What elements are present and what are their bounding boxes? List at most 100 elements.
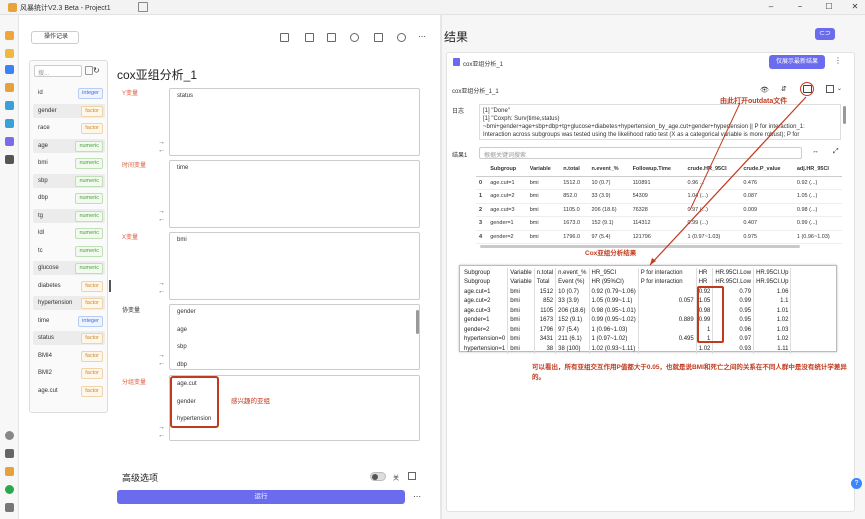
column-header[interactable]: Variable bbox=[526, 163, 561, 177]
covariate-dropzone[interactable] bbox=[169, 304, 420, 370]
more-icon[interactable]: ⋮ bbox=[834, 56, 842, 65]
variable-item-bmi4[interactable]: BMI4 factor bbox=[33, 349, 105, 363]
run-more-icon[interactable]: ⋯ bbox=[413, 492, 421, 501]
dropzone-item[interactable]: dbp bbox=[177, 362, 187, 368]
database-icon[interactable] bbox=[397, 33, 406, 42]
y-variable-dropzone[interactable] bbox=[169, 88, 420, 156]
log-button[interactable]: 操作记录 bbox=[31, 31, 79, 44]
results-link-button[interactable]: ⊂⊃ bbox=[815, 28, 835, 40]
chevron-down-icon[interactable]: ⌄ bbox=[837, 85, 842, 92]
dropzone-item[interactable]: status bbox=[177, 93, 193, 99]
popout-icon[interactable] bbox=[408, 472, 416, 480]
covariate-scrollbar[interactable] bbox=[416, 310, 419, 334]
move-right-icon[interactable]: → bbox=[158, 424, 165, 431]
table-row[interactable]: 0 age.cut=1 bmi 1512.0 10 (0.7) 110891 0.96 ..… bbox=[476, 176, 842, 190]
move-right-icon[interactable]: → bbox=[158, 208, 165, 215]
table-icon[interactable] bbox=[5, 119, 14, 128]
variable-item-time[interactable]: time integer bbox=[33, 314, 105, 328]
dropzone-item[interactable]: bmi bbox=[177, 237, 187, 243]
variable-item-gender[interactable]: gender factor bbox=[33, 103, 105, 118]
variable-search-input[interactable]: 搜... bbox=[34, 65, 82, 77]
chart-icon[interactable] bbox=[5, 65, 14, 74]
column-header[interactable]: n.event_% bbox=[588, 163, 630, 177]
table-row[interactable]: 2 age.cut=3 bmi 1105.0 206 (18.6) 76328 0.97 (… bbox=[476, 203, 842, 217]
dropzone-item[interactable]: sbp bbox=[177, 344, 187, 350]
table-icon[interactable] bbox=[138, 2, 148, 12]
variable-item-bmi2[interactable]: BMI2 factor bbox=[33, 366, 105, 380]
column-header[interactable] bbox=[476, 163, 488, 177]
dropzone-item[interactable]: age bbox=[177, 327, 187, 333]
expand-columns-icon[interactable]: ↔ bbox=[812, 148, 819, 155]
column-header[interactable]: crude.P_value bbox=[740, 163, 794, 177]
time-variable-dropzone[interactable] bbox=[169, 160, 420, 228]
tips-icon[interactable] bbox=[5, 467, 14, 476]
log-scrollbar[interactable] bbox=[843, 106, 846, 124]
view-icon[interactable]: 👁 bbox=[760, 86, 769, 94]
home-icon[interactable] bbox=[5, 31, 14, 40]
save-icon[interactable] bbox=[327, 33, 336, 42]
refresh-icon[interactable]: ↻ bbox=[93, 66, 100, 75]
variable-item-tg[interactable]: tg numeric bbox=[33, 208, 105, 223]
show-latest-button[interactable]: 仅展示最新结果 bbox=[769, 55, 825, 69]
dropzone-item[interactable]: gender bbox=[177, 309, 196, 315]
variable-item-age[interactable]: age numeric bbox=[33, 138, 105, 153]
variable-item-ldl[interactable]: ldl numeric bbox=[33, 226, 105, 240]
column-header[interactable]: Followup.Time bbox=[629, 163, 685, 177]
fullscreen-icon[interactable]: ⤢ bbox=[833, 148, 839, 156]
variable-item-status[interactable]: status factor bbox=[33, 331, 105, 345]
variable-item-id[interactable]: id integer bbox=[33, 86, 105, 100]
variable-item-diabetes[interactable]: diabetes factor bbox=[33, 279, 105, 293]
more-icon[interactable]: ⋯ bbox=[418, 32, 426, 41]
theme-icon[interactable] bbox=[5, 449, 14, 458]
user-icon[interactable] bbox=[5, 485, 14, 494]
image-icon[interactable] bbox=[826, 85, 834, 93]
restore-button[interactable]: − bbox=[793, 2, 807, 11]
move-left-icon[interactable]: ← bbox=[158, 288, 165, 295]
variable-item-dbp[interactable]: dbp numeric bbox=[33, 191, 105, 205]
copy-icon[interactable] bbox=[280, 33, 289, 42]
variable-item-hypertension[interactable]: hypertension factor bbox=[33, 296, 105, 310]
maximize-button[interactable]: ☐ bbox=[822, 2, 836, 11]
move-left-icon[interactable]: ← bbox=[158, 216, 165, 223]
move-right-icon[interactable]: → bbox=[158, 280, 165, 287]
table-horizontal-scrollbar[interactable] bbox=[480, 245, 800, 248]
export-icon[interactable] bbox=[305, 33, 314, 42]
x-variable-dropzone[interactable] bbox=[169, 232, 420, 300]
variable-item-age-cut[interactable]: age.cut factor bbox=[33, 384, 105, 398]
settings-icon[interactable] bbox=[374, 33, 383, 42]
move-left-icon[interactable]: ← bbox=[158, 360, 165, 367]
variable-item-glucose[interactable]: glucose numeric bbox=[33, 261, 105, 275]
close-button[interactable]: ✕ bbox=[848, 2, 862, 11]
move-left-icon[interactable]: ← bbox=[158, 432, 165, 439]
dropzone-item[interactable]: time bbox=[177, 165, 188, 171]
move-right-icon[interactable]: → bbox=[158, 352, 165, 359]
result-search-input[interactable]: 根据关键词搜索 bbox=[479, 147, 802, 159]
layers-icon[interactable] bbox=[350, 33, 359, 42]
plot-icon[interactable] bbox=[5, 137, 14, 146]
move-right-icon[interactable]: → bbox=[158, 139, 165, 146]
stats-icon[interactable] bbox=[5, 83, 14, 92]
help-button[interactable]: ? bbox=[851, 478, 862, 489]
column-header[interactable]: crude.HR_95CI bbox=[684, 163, 741, 177]
code-icon[interactable]: ⇵ bbox=[781, 85, 787, 93]
variable-item-tc[interactable]: tc numeric bbox=[33, 244, 105, 258]
column-header[interactable]: n.total bbox=[560, 163, 589, 177]
tool-icon[interactable] bbox=[5, 155, 14, 164]
sort-icon[interactable] bbox=[85, 66, 93, 75]
advanced-toggle[interactable] bbox=[370, 472, 386, 481]
column-header[interactable]: Subgroup bbox=[487, 163, 527, 177]
settings-icon[interactable] bbox=[5, 503, 14, 512]
table-row[interactable]: 4 gender=2 bmi 1796.0 97 (5.4) 121796 1 (0.97~… bbox=[476, 230, 842, 244]
column-header[interactable]: adj.HR_95CI bbox=[793, 163, 842, 177]
model-icon[interactable] bbox=[5, 101, 14, 110]
minimize-button[interactable]: – bbox=[764, 2, 778, 11]
table-row[interactable]: 1 age.cut=2 bmi 852.0 33 (3.9) 54309 1.04 (...… bbox=[476, 189, 842, 204]
variable-item-bmi[interactable]: bmi numeric bbox=[33, 156, 105, 170]
run-button[interactable]: 运行 bbox=[117, 490, 405, 504]
table-row[interactable]: 3 gender=1 bmi 1673.0 152 (9.1) 114312 0.99 (.… bbox=[476, 216, 842, 231]
variable-item-race[interactable]: race factor bbox=[33, 121, 105, 135]
variable-item-sbp[interactable]: sbp numeric bbox=[33, 173, 105, 188]
search-icon[interactable] bbox=[5, 431, 14, 440]
result-tab-name[interactable]: cox亚组分析_1 bbox=[463, 59, 503, 68]
data-icon[interactable] bbox=[5, 49, 14, 58]
